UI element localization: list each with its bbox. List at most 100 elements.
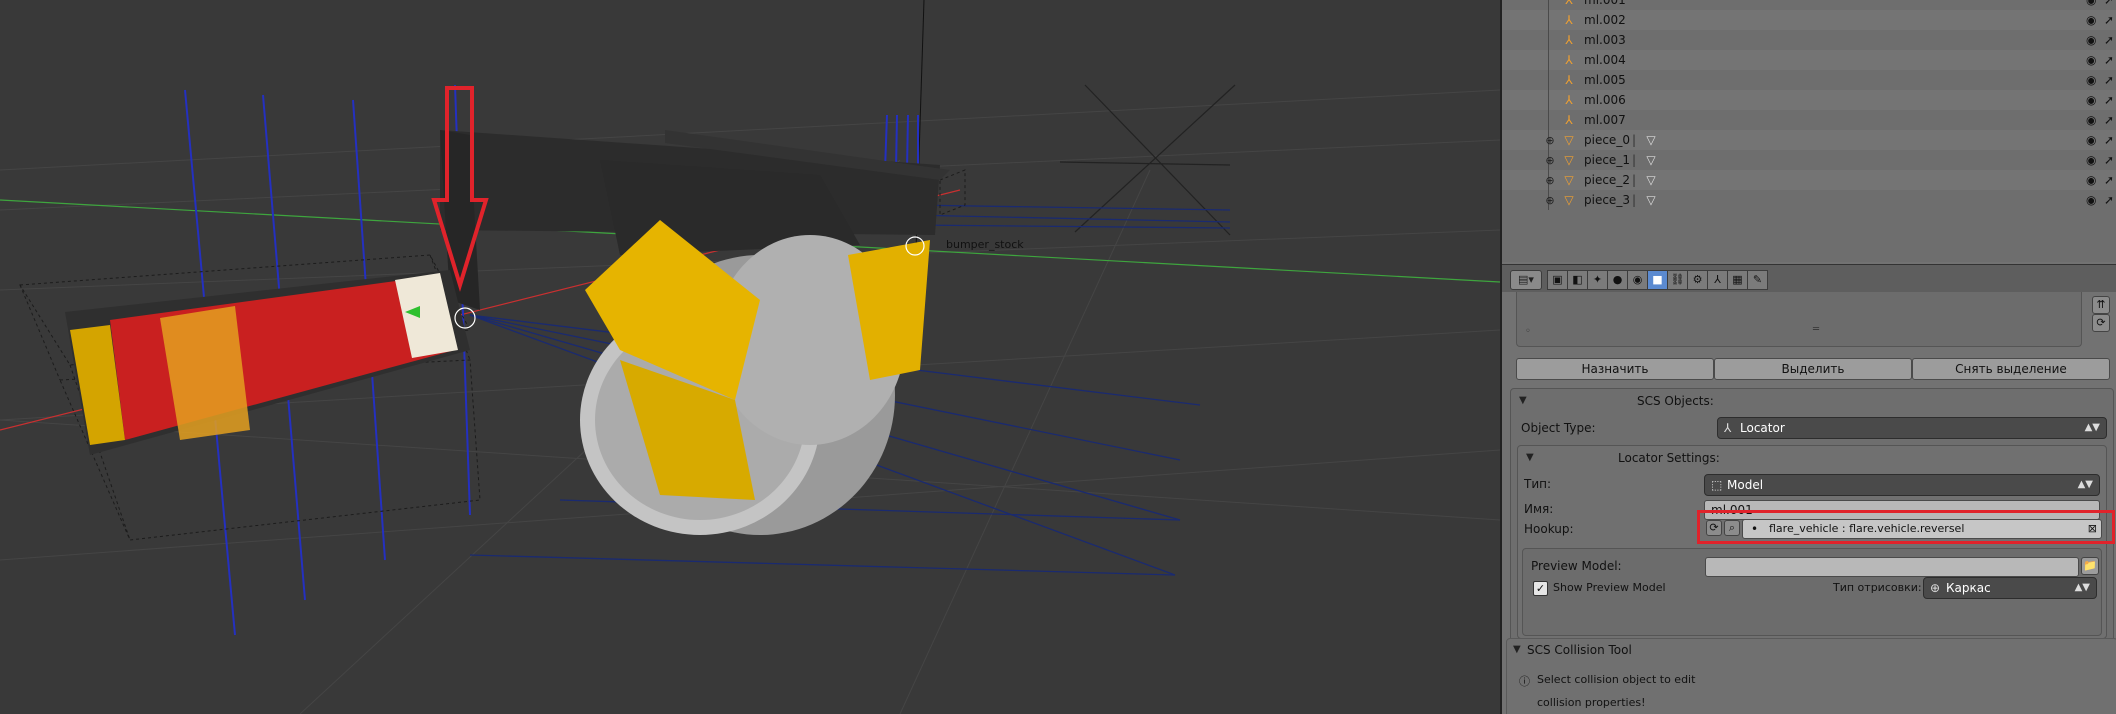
mesh-data-icon[interactable]: ▽ [1644, 153, 1658, 167]
scs-collision-title: SCS Collision Tool [1527, 643, 1632, 657]
outliner-row[interactable]: ⊕ ▽ piece_3 | ▽ ◉ ➚ [1502, 190, 2116, 210]
visibility-eye-icon[interactable]: ◉ [2086, 133, 2096, 147]
preview-model-field[interactable] [1705, 557, 2079, 577]
object-type-select[interactable]: ⅄ Locator ▲▼ [1717, 417, 2107, 439]
selectable-arrow-icon[interactable]: ➚ [2104, 73, 2114, 87]
vertex-group-list[interactable]: ◦ ═ [1516, 292, 2082, 347]
tab-scs-icon[interactable]: ■ [1647, 270, 1668, 290]
draw-type-select[interactable]: ⊕ Каркас ▲▼ [1923, 577, 2097, 599]
visibility-eye-icon[interactable]: ◉ [2086, 73, 2096, 87]
tree-line [1548, 0, 1549, 10]
outliner-row[interactable]: ⅄ ml.005 ◉ ➚ [1502, 70, 2116, 90]
show-preview-checkbox[interactable]: ✓ [1533, 581, 1548, 596]
object-type-label: Object Type: [1521, 421, 1596, 435]
right-panel: ⅄ ml.001 ◉ ➚ ⅄ ml.002 ◉ ➚ ⅄ ml.003 ◉ ➚ ⅄ ml.004 ◉ ➚ ⅄ ml.… [1500, 0, 2116, 714]
collision-info-line1: Select collision object to edit [1537, 673, 1696, 686]
outliner-item-name[interactable]: ml.003 [1584, 33, 1626, 47]
outliner-row[interactable]: ⊕ ▽ piece_1 | ▽ ◉ ➚ [1502, 150, 2116, 170]
tree-line [1548, 70, 1549, 90]
list-resize-handle[interactable]: ═ [1813, 324, 1819, 335]
collapse-triangle[interactable]: ▼ [1519, 395, 1527, 406]
mesh-data-icon[interactable]: ▽ [1644, 133, 1658, 147]
visibility-eye-icon[interactable]: ◉ [2086, 173, 2096, 187]
visibility-eye-icon[interactable]: ◉ [2086, 53, 2096, 67]
type-select[interactable]: ⬚ Model ▲▼ [1704, 474, 2100, 496]
expand-icon[interactable]: ⊕ [1544, 134, 1556, 147]
visibility-eye-icon[interactable]: ◉ [2086, 33, 2096, 47]
outliner-row[interactable]: ⅄ ml.006 ◉ ➚ [1502, 90, 2116, 110]
outliner-row[interactable]: ⊕ ▽ piece_0 | ▽ ◉ ➚ [1502, 130, 2116, 150]
collapse-triangle[interactable]: ▼ [1526, 452, 1534, 463]
list-add-icon[interactable]: ⇈ [2092, 296, 2110, 314]
selectable-arrow-icon[interactable]: ➚ [2104, 53, 2114, 67]
outliner-item-name[interactable]: ml.002 [1584, 13, 1626, 27]
visibility-eye-icon[interactable]: ◉ [2086, 113, 2096, 127]
expand-icon[interactable]: ⊕ [1544, 194, 1556, 207]
selectable-arrow-icon[interactable]: ➚ [2104, 33, 2114, 47]
outliner-row[interactable]: ⅄ ml.004 ◉ ➚ [1502, 50, 2116, 70]
outliner-item-name[interactable]: ml.006 [1584, 93, 1626, 107]
locator-icon: ⅄ [1565, 13, 1573, 27]
outliner-row[interactable]: ⅄ ml.003 ◉ ➚ [1502, 30, 2116, 50]
tab-physics-icon[interactable]: ✎ [1747, 270, 1768, 290]
tab-render-icon[interactable]: ▣ [1547, 270, 1568, 290]
outliner-item-name[interactable]: ml.005 [1584, 73, 1626, 87]
select-button[interactable]: Выделить [1714, 358, 1912, 380]
visibility-eye-icon[interactable]: ◉ [2086, 93, 2096, 107]
tab-world-icon[interactable]: ● [1607, 270, 1628, 290]
outliner-row[interactable]: ⊕ ▽ piece_2 | ▽ ◉ ➚ [1502, 170, 2116, 190]
mesh-data-icon[interactable]: ▽ [1644, 173, 1658, 187]
expand-icon[interactable]: ⊕ [1544, 154, 1556, 167]
assign-button[interactable]: Назначить [1516, 358, 1714, 380]
outliner-item-name[interactable]: ml.007 [1584, 113, 1626, 127]
visibility-eye-icon[interactable]: ◉ [2086, 13, 2096, 27]
outliner-item-name[interactable]: piece_1 [1584, 153, 1630, 167]
show-preview-label: Show Preview Model [1553, 581, 1666, 594]
tab-data-icon[interactable]: ⅄ [1707, 270, 1728, 290]
tab-modifiers-icon[interactable]: ⚙ [1687, 270, 1708, 290]
collapse-triangle[interactable]: ▼ [1513, 644, 1521, 655]
type-label: Тип: [1524, 477, 1552, 491]
visibility-eye-icon[interactable]: ◉ [2086, 153, 2096, 167]
outliner-item-name[interactable]: piece_3 [1584, 193, 1630, 207]
selectable-arrow-icon[interactable]: ➚ [2104, 133, 2114, 147]
mesh-icon: ▽ [1564, 173, 1574, 187]
outliner-separator: | [1632, 153, 1637, 167]
mesh-data-icon[interactable]: ▽ [1644, 193, 1658, 207]
hookup-highlight-box [1697, 510, 2115, 544]
tab-scene-icon[interactable]: ✦ [1587, 270, 1608, 290]
selectable-arrow-icon[interactable]: ➚ [2104, 93, 2114, 107]
tail-light [65, 270, 470, 455]
selectable-arrow-icon[interactable]: ➚ [2104, 193, 2114, 207]
editor-type-button[interactable]: ▤▾ [1510, 270, 1542, 290]
outliner-separator: | [1632, 193, 1637, 207]
list-refresh-icon[interactable]: ⟳ [2092, 314, 2110, 332]
tab-material-icon[interactable]: ▦ [1727, 270, 1748, 290]
tab-constraints-icon[interactable]: ⛓ [1667, 270, 1688, 290]
outliner-row[interactable]: ⅄ ml.007 ◉ ➚ [1502, 110, 2116, 130]
folder-icon[interactable]: 📁 [2081, 557, 2099, 575]
outliner-row[interactable]: ⅄ ml.002 ◉ ➚ [1502, 10, 2116, 30]
selectable-arrow-icon[interactable]: ➚ [2104, 113, 2114, 127]
outliner-item-name[interactable]: ml.004 [1584, 53, 1626, 67]
selectable-arrow-icon[interactable]: ➚ [2104, 0, 2114, 7]
visibility-eye-icon[interactable]: ◉ [2086, 0, 2096, 7]
selectable-arrow-icon[interactable]: ➚ [2104, 173, 2114, 187]
outliner-item-name[interactable]: piece_0 [1584, 133, 1630, 147]
outliner-separator: | [1632, 173, 1637, 187]
outliner-item-name[interactable]: piece_2 [1584, 173, 1630, 187]
tab-object-icon[interactable]: ◉ [1627, 270, 1648, 290]
outliner-item-name[interactable]: ml.001 [1584, 0, 1626, 7]
preview-model-panel: Preview Model: 📁 ✓ Show Preview Model Ти… [1522, 548, 2102, 636]
3d-viewport[interactable]: bumper_stock [0, 0, 1500, 714]
outliner-row[interactable]: ⅄ ml.001 ◉ ➚ [1502, 0, 2116, 10]
selectable-arrow-icon[interactable]: ➚ [2104, 153, 2114, 167]
deselect-button[interactable]: Снять выделение [1912, 358, 2110, 380]
visibility-eye-icon[interactable]: ◉ [2086, 193, 2096, 207]
selectable-arrow-icon[interactable]: ➚ [2104, 13, 2114, 27]
expand-icon[interactable]: ⊕ [1544, 174, 1556, 187]
tree-line [1548, 90, 1549, 110]
tree-line [1548, 30, 1549, 50]
outliner[interactable]: ⅄ ml.001 ◉ ➚ ⅄ ml.002 ◉ ➚ ⅄ ml.003 ◉ ➚ ⅄ ml.004 ◉ ➚ ⅄ ml.… [1502, 0, 2116, 262]
tab-layers-icon[interactable]: ◧ [1567, 270, 1588, 290]
